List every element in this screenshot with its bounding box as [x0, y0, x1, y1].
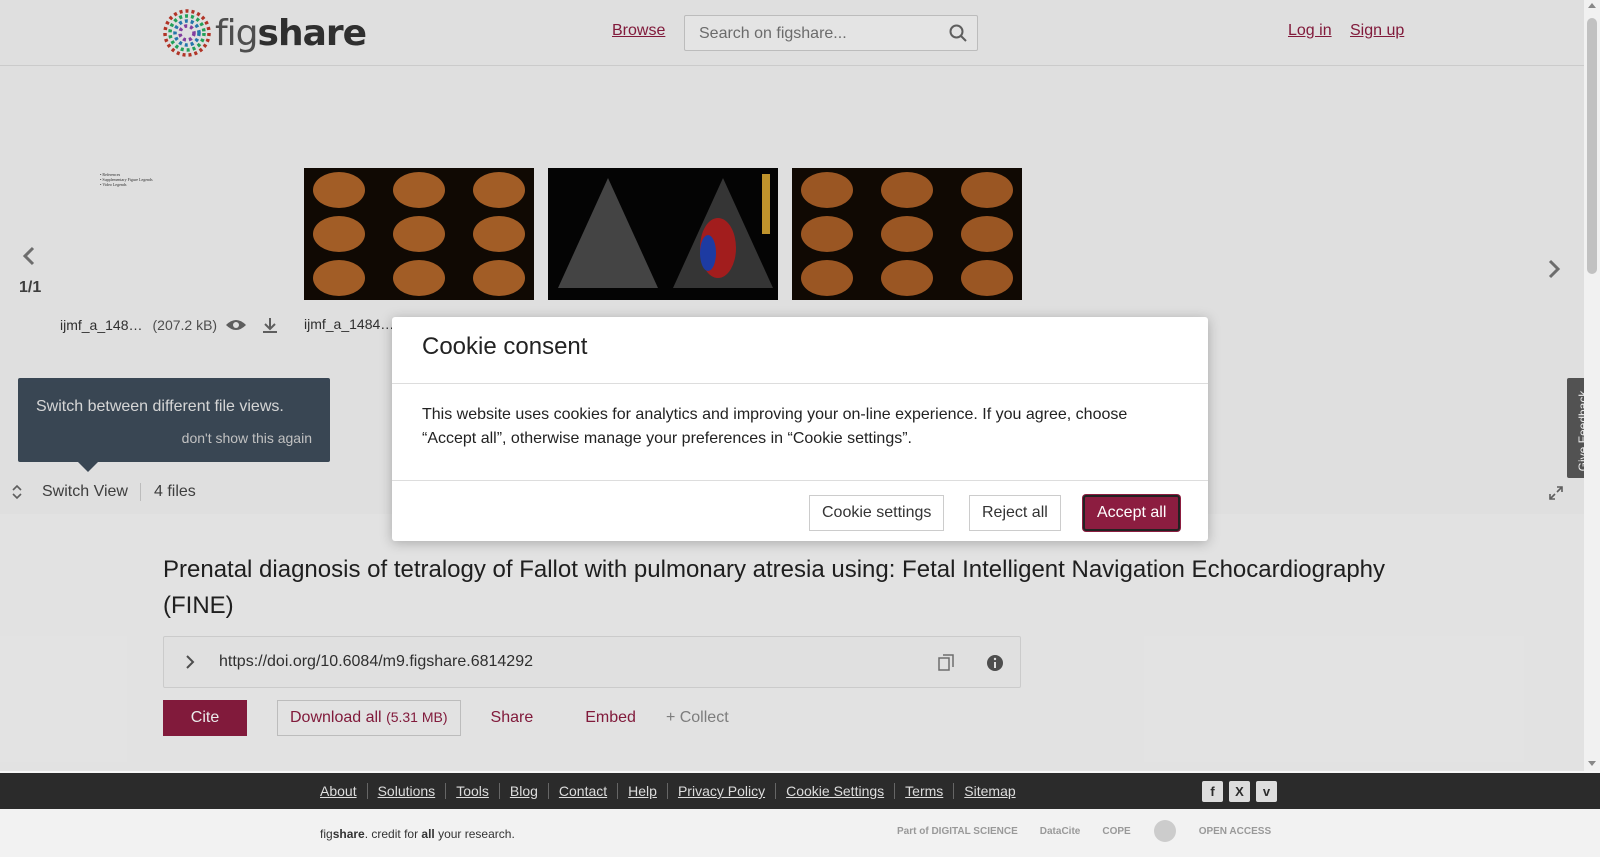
- footer-link[interactable]: Blog: [500, 783, 549, 799]
- footer-tagline: figshare. credit for all your research.: [320, 827, 515, 841]
- seal-logo-icon[interactable]: [1153, 819, 1177, 843]
- footer-link[interactable]: Solutions: [368, 783, 447, 799]
- dialog-footer: Cookie settings Reject all Accept all: [392, 480, 1208, 541]
- footer-link[interactable]: Cookie Settings: [776, 783, 896, 799]
- cookie-settings-button[interactable]: Cookie settings: [809, 495, 945, 531]
- datacite-logo[interactable]: DataCite: [1040, 826, 1081, 837]
- digital-science-logo[interactable]: Part of DIGITAL SCIENCE: [897, 826, 1018, 837]
- cookie-consent-dialog: Cookie consent This website uses cookies…: [392, 317, 1208, 541]
- footer-bottom: figshare. credit for all your research. …: [0, 809, 1600, 857]
- social-links: f X v: [1202, 781, 1277, 802]
- footer-link[interactable]: Contact: [549, 783, 619, 799]
- reject-all-button[interactable]: Reject all: [969, 495, 1061, 531]
- footer-link[interactable]: Privacy Policy: [668, 783, 777, 799]
- footer-links: About Solutions Tools Blog Contact Help Privac…: [320, 783, 1026, 799]
- footer-links-bar: About Solutions Tools Blog Contact Help Privac…: [0, 773, 1600, 809]
- footer-link[interactable]: Tools: [446, 783, 500, 799]
- scrollbar[interactable]: [1584, 0, 1600, 771]
- x-twitter-icon[interactable]: X: [1229, 781, 1250, 802]
- partner-logos: Part of DIGITAL SCIENCE DataCite COPE OP…: [897, 819, 1271, 843]
- scroll-up-arrow[interactable]: [1588, 3, 1596, 8]
- dialog-body: This website uses cookies for analytics …: [422, 406, 1128, 447]
- cope-logo[interactable]: COPE: [1102, 826, 1130, 837]
- dialog-header: Cookie consent: [392, 317, 1208, 384]
- scroll-thumb[interactable]: [1587, 18, 1597, 274]
- vimeo-icon[interactable]: v: [1256, 781, 1277, 802]
- scroll-down-arrow[interactable]: [1588, 761, 1596, 766]
- facebook-icon[interactable]: f: [1202, 781, 1223, 802]
- dialog-title: Cookie consent: [422, 333, 588, 360]
- footer-link[interactable]: Help: [618, 783, 668, 799]
- footer-link[interactable]: Terms: [895, 783, 955, 799]
- accept-all-button[interactable]: Accept all: [1083, 495, 1181, 531]
- footer-link[interactable]: About: [320, 783, 368, 799]
- open-access-logo[interactable]: OPEN ACCESS: [1199, 826, 1271, 837]
- footer-link[interactable]: Sitemap: [954, 783, 1025, 799]
